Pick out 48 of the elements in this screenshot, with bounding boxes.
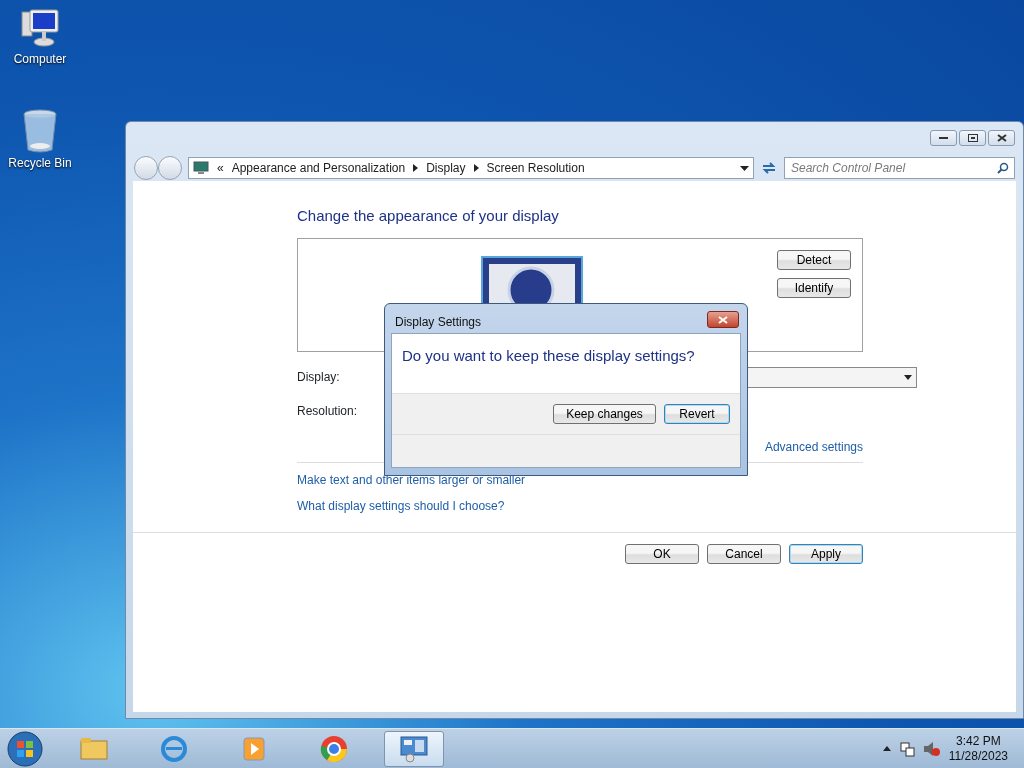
monitor-icon xyxy=(193,161,209,175)
close-button[interactable] xyxy=(707,311,739,328)
field-label: Display: xyxy=(297,369,340,386)
dialog-button[interactable]: Revert xyxy=(664,404,730,424)
dialog-button[interactable]: Apply xyxy=(789,543,863,564)
breadcrumb-overflow[interactable]: « xyxy=(217,159,224,177)
dialog-button[interactable]: Keep changes xyxy=(553,404,656,424)
taskbar-clock[interactable]: 3:42 PM 11/28/2023 xyxy=(948,733,1008,764)
taskbar-app-button[interactable] xyxy=(384,730,444,767)
close-icon xyxy=(996,134,1007,142)
breadcrumb-arrow-icon[interactable] xyxy=(413,164,419,172)
advanced-settings-link[interactable]: Advanced settings xyxy=(764,437,863,456)
close-icon xyxy=(718,315,728,324)
refresh-icon[interactable] xyxy=(760,160,778,176)
desktop-icon-label[interactable]: Recycle Bin xyxy=(8,154,72,172)
dropdown-arrow-icon[interactable] xyxy=(740,166,749,172)
clock-date: 11/28/2023 xyxy=(948,748,1008,764)
dropdown-arrow-icon[interactable] xyxy=(904,374,912,380)
recycle-bin-icon[interactable] xyxy=(22,108,58,154)
minimize-button[interactable] xyxy=(930,130,957,146)
desktop-icon-label[interactable]: Computer xyxy=(13,50,67,68)
breadcrumb-item[interactable]: Appearance and Personalization xyxy=(231,159,406,177)
dialog-button[interactable]: OK xyxy=(625,543,699,564)
close-button[interactable] xyxy=(988,130,1015,146)
dialog-button[interactable]: Detect xyxy=(777,249,851,270)
minimize-icon xyxy=(939,136,948,140)
address-bar[interactable]: « Appearance and Personalization Display Screen Resolution xyxy=(188,157,754,179)
breadcrumb-arrow-icon[interactable] xyxy=(473,164,479,172)
search-field[interactable]: Search Control Panel xyxy=(784,157,1015,179)
page-heading: Change the appearance of your display xyxy=(297,206,560,226)
clock-time: 3:42 PM xyxy=(955,733,1002,749)
help-link[interactable]: Make text and other items larger or smaller xyxy=(297,472,526,487)
start-button[interactable] xyxy=(6,730,44,767)
maximize-button[interactable] xyxy=(959,130,986,146)
dialog-title: Display Settings xyxy=(395,314,482,331)
field-label: Resolution: xyxy=(297,403,358,420)
speaker-muted-icon[interactable] xyxy=(922,740,941,757)
computer-icon[interactable] xyxy=(18,8,62,50)
restore-icon xyxy=(967,134,978,142)
breadcrumb-item[interactable]: Display xyxy=(426,159,466,177)
show-hidden-icons-icon[interactable] xyxy=(882,746,891,751)
dialog-message: Do you want to keep these display settings? xyxy=(392,334,740,394)
dialog-button[interactable]: Identify xyxy=(777,277,851,298)
breadcrumb-item[interactable]: Screen Resolution xyxy=(486,159,585,177)
dialog-button[interactable]: Cancel xyxy=(707,543,781,564)
search-icon[interactable] xyxy=(997,162,1009,174)
help-link[interactable]: What display settings should I choose? xyxy=(297,498,505,513)
network-icon[interactable] xyxy=(898,740,915,757)
